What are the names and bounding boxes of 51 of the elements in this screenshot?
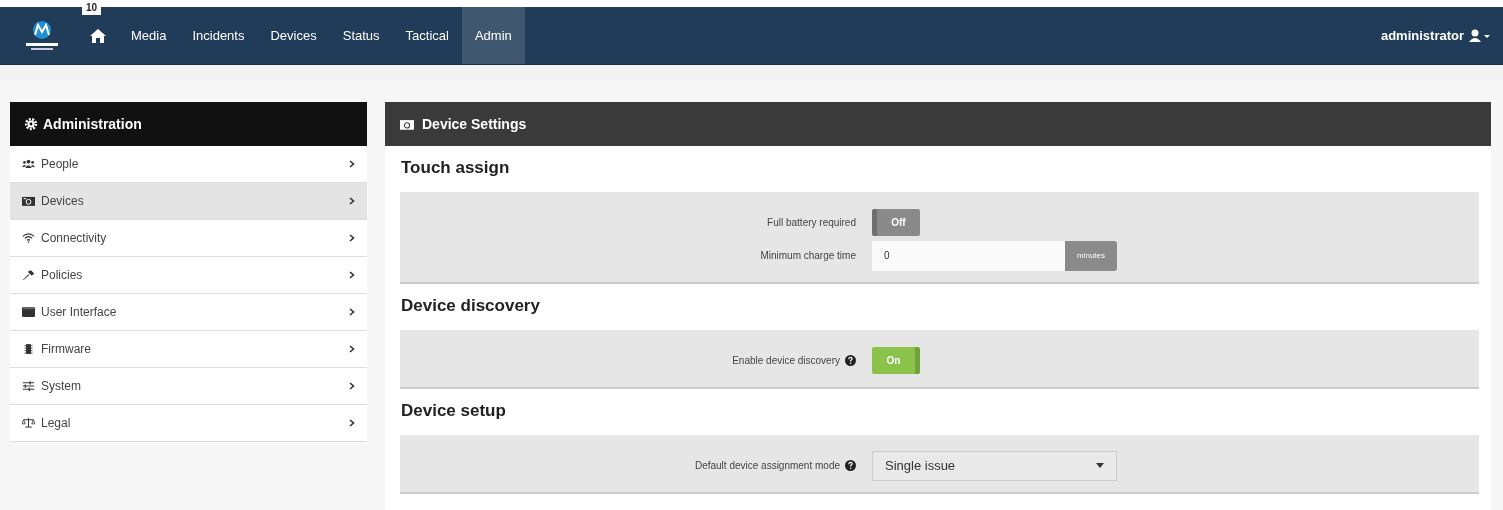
caret-icon <box>1096 463 1104 468</box>
camera-icon <box>22 196 35 206</box>
sidebar-item[interactable]: Devices <box>10 183 367 220</box>
home-icon[interactable] <box>90 28 106 43</box>
panel-title: Device Settings <box>422 116 527 132</box>
sidebar-item[interactable]: System <box>10 368 367 405</box>
setting-label: Default device assignment mode <box>694 460 840 471</box>
help-icon[interactable] <box>845 460 856 471</box>
nav-tab[interactable]: Media <box>118 7 180 64</box>
user-icon <box>1469 28 1491 43</box>
chevron-right-icon <box>349 197 355 205</box>
hammer-icon <box>22 270 35 280</box>
nav-tab[interactable]: Tactical <box>392 7 462 64</box>
chevron-right-icon <box>349 345 355 353</box>
notification-badge: 10 <box>82 0 102 15</box>
window-icon <box>22 307 35 317</box>
unit-addon: minutes <box>1065 240 1117 271</box>
chevron-right-icon <box>349 160 355 168</box>
gear-icon <box>24 117 38 131</box>
chevron-right-icon <box>349 234 355 242</box>
chevron-right-icon <box>349 382 355 390</box>
sidebar-item[interactable]: People <box>10 146 367 183</box>
sidebar-item[interactable]: Legal <box>10 405 367 442</box>
sidebar-item[interactable]: Firmware <box>10 331 367 368</box>
people-icon <box>22 159 35 169</box>
nav-tab[interactable]: Devices <box>257 7 330 64</box>
camera-icon <box>400 118 414 130</box>
sidebar-title: Administration <box>43 116 142 132</box>
section-heading: Device setup <box>400 400 507 422</box>
scale-icon <box>22 418 35 428</box>
sidebar-item[interactable]: Connectivity <box>10 220 367 257</box>
dropdown-select[interactable]: Single issue <box>872 450 1117 481</box>
chevron-right-icon <box>349 271 355 279</box>
section-heading: Device discovery <box>400 295 541 317</box>
help-icon[interactable] <box>845 355 856 366</box>
chevron-right-icon <box>349 308 355 316</box>
sidebar-item[interactable]: User Interface <box>10 294 367 331</box>
section-heading: Touch assign <box>400 157 511 179</box>
nav-tab[interactable]: Admin <box>461 7 525 64</box>
nav-tab[interactable]: Incidents <box>179 7 258 64</box>
user-menu[interactable]: administrator <box>1368 7 1503 64</box>
chevron-right-icon <box>349 419 355 427</box>
setting-label: Enable device discovery <box>732 355 840 366</box>
sidebar-item[interactable]: Policies <box>10 257 367 294</box>
input-field[interactable]: 0 <box>872 240 1065 271</box>
setting-label: Minimum charge time <box>760 250 856 261</box>
nav-tab[interactable]: Status <box>329 7 393 64</box>
sliders-icon <box>22 381 35 391</box>
setting-label: Full battery required <box>767 217 856 228</box>
chip-icon <box>22 344 35 354</box>
wifi-icon <box>22 233 35 243</box>
